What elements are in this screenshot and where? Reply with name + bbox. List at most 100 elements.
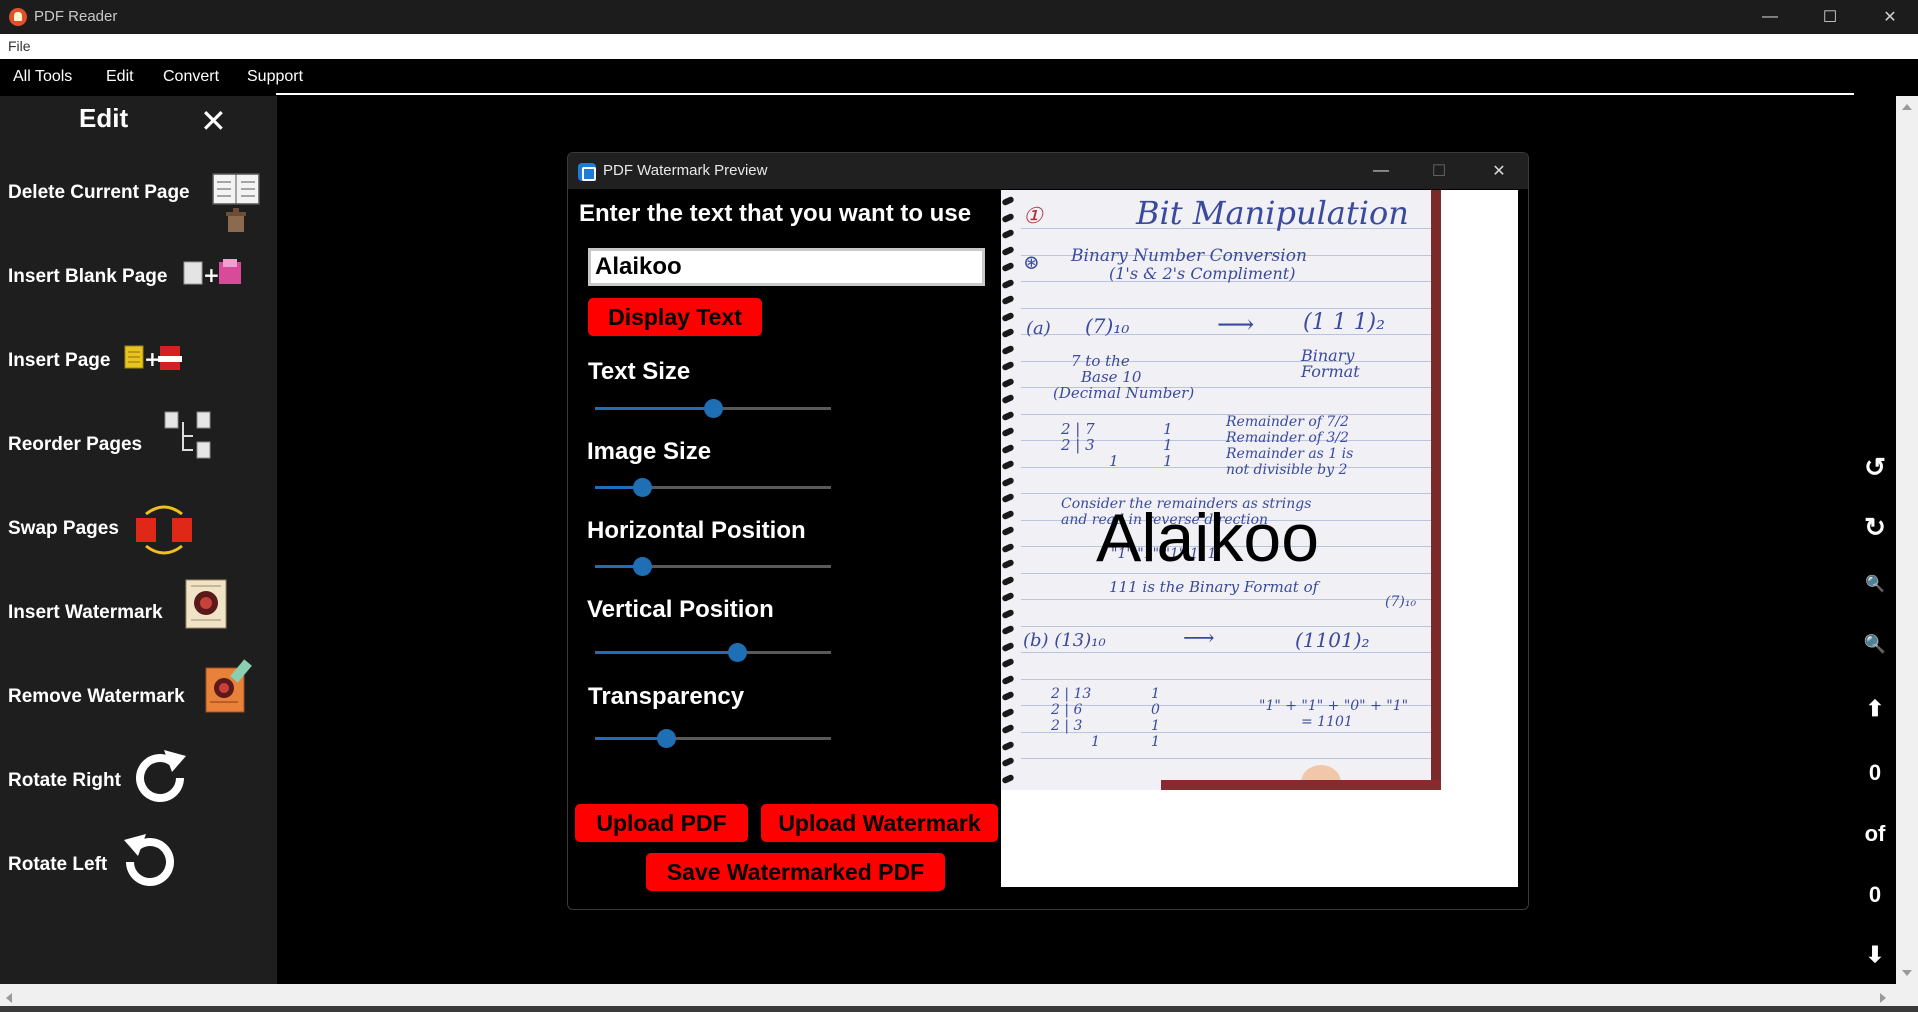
edit-item-label: Insert Blank Page bbox=[8, 266, 168, 287]
edit-item-reorder-pages[interactable]: Reorder Pages bbox=[0, 411, 277, 496]
page-down-icon[interactable]: ⬇ bbox=[1854, 942, 1896, 968]
edit-item-delete-page[interactable]: Delete Current Page bbox=[0, 173, 277, 244]
note-text: ⟶ bbox=[1217, 310, 1255, 340]
note-text: = 1101 bbox=[1301, 714, 1353, 730]
save-watermarked-pdf-button[interactable]: Save Watermarked PDF bbox=[646, 853, 945, 891]
scroll-down-arrow-icon[interactable] bbox=[1902, 970, 1912, 976]
ruled-line bbox=[1021, 652, 1436, 653]
minimize-icon[interactable]: — bbox=[1742, 0, 1798, 34]
watermark-prompt-label: Enter the text that you want to use bbox=[579, 200, 972, 227]
horizontal-scrollbar[interactable] bbox=[0, 984, 1918, 1012]
note-text: Remainder as 1 is bbox=[1226, 446, 1354, 462]
insert-page-icon: + bbox=[124, 345, 182, 371]
spiral-binding-ring bbox=[1001, 393, 1015, 405]
edit-item-label: Reorder Pages bbox=[8, 434, 143, 455]
close-icon[interactable]: ✕ bbox=[1862, 0, 1918, 34]
spiral-binding-ring bbox=[1001, 410, 1015, 421]
dialog-titlebar: PDF Watermark Preview — ☐ ✕ bbox=[568, 153, 1528, 189]
note-text: Binary Number Conversion bbox=[1071, 246, 1307, 266]
app-logo-icon bbox=[9, 8, 27, 26]
slider-knob[interactable] bbox=[633, 478, 653, 497]
slider-knob[interactable] bbox=[727, 643, 747, 662]
image-size-slider[interactable] bbox=[595, 477, 831, 497]
rotate-right-icon bbox=[136, 750, 186, 802]
spiral-binding-ring bbox=[1001, 426, 1015, 438]
toolbar-support[interactable]: Support bbox=[247, 68, 303, 86]
upload-watermark-button[interactable]: Upload Watermark bbox=[761, 804, 998, 842]
dialog-minimize-icon[interactable]: — bbox=[1352, 153, 1410, 189]
toolbar-edit[interactable]: Edit bbox=[106, 68, 134, 86]
note-text: (b) (13)₁₀ bbox=[1023, 630, 1106, 651]
total-pages-number: 0 bbox=[1868, 882, 1882, 907]
text-size-label: Text Size bbox=[588, 358, 691, 385]
swap-pages-icon bbox=[136, 505, 192, 555]
edit-item-label: Insert Watermark bbox=[8, 602, 163, 623]
slider-knob[interactable] bbox=[633, 557, 653, 576]
note-text: Remainder of 7/2 bbox=[1226, 414, 1349, 430]
note-text: 1 bbox=[1091, 734, 1100, 750]
vertical-scrollbar[interactable] bbox=[1896, 96, 1918, 984]
note-text: 1 bbox=[1163, 452, 1173, 470]
watermark-preview-dialog: PDF Watermark Preview — ☐ ✕ Enter the te… bbox=[567, 152, 1529, 910]
spiral-binding-ring bbox=[1001, 558, 1015, 570]
edit-item-remove-watermark[interactable]: Remove Watermark bbox=[0, 659, 277, 748]
spiral-binding-ring bbox=[1001, 509, 1015, 520]
toolbar-convert[interactable]: Convert bbox=[163, 68, 219, 86]
horizontal-position-slider[interactable] bbox=[595, 556, 831, 576]
rotate-left-icon[interactable]: ↺ bbox=[1854, 452, 1896, 483]
note-text: 2 | 3 bbox=[1061, 436, 1095, 454]
menu-file[interactable]: File bbox=[8, 38, 31, 54]
watermark-text-input[interactable] bbox=[588, 248, 985, 286]
page-up-icon[interactable]: ⬆ bbox=[1854, 696, 1896, 722]
scroll-right-arrow-icon[interactable] bbox=[1880, 993, 1886, 1003]
rotate-right-icon[interactable]: ↻ bbox=[1854, 512, 1896, 543]
spiral-binding-ring bbox=[1001, 228, 1015, 240]
dialog-app-icon bbox=[578, 163, 596, 181]
dialog-maximize-icon: ☐ bbox=[1431, 163, 1447, 180]
edit-item-label: Rotate Left bbox=[8, 854, 108, 875]
zoom-in-icon[interactable]: 🔍 bbox=[1854, 634, 1896, 655]
transparency-slider[interactable] bbox=[595, 728, 831, 748]
rotate-left-icon bbox=[124, 834, 174, 886]
edit-item-insert-page[interactable]: Insert Page + bbox=[0, 342, 277, 412]
note-text: 2 | 3 bbox=[1051, 718, 1083, 734]
spiral-binding-ring bbox=[1001, 591, 1015, 603]
spiral-binding-ring bbox=[1001, 278, 1015, 289]
display-text-button[interactable]: Display Text bbox=[588, 298, 762, 336]
watermark-overlay-text: Alaikoo bbox=[1096, 500, 1320, 576]
right-navigation-strip: ↺ ↻ 🔍 🔍 ⬆ 0 of 0 ⬇ bbox=[1854, 96, 1896, 984]
text-size-slider[interactable] bbox=[595, 398, 831, 418]
edit-item-rotate-left[interactable]: Rotate Left bbox=[0, 834, 277, 916]
slider-knob[interactable] bbox=[656, 729, 676, 748]
edit-item-rotate-right[interactable]: Rotate Right bbox=[0, 750, 277, 832]
scroll-left-arrow-icon[interactable] bbox=[6, 993, 12, 1003]
spiral-binding-ring bbox=[1001, 707, 1015, 718]
edit-panel-close-icon[interactable]: ✕ bbox=[200, 102, 227, 140]
note-text: (1 1 1)₂ bbox=[1303, 310, 1385, 335]
zoom-out-icon[interactable]: 🔍 bbox=[1854, 574, 1896, 594]
note-text: 1 bbox=[1151, 686, 1160, 702]
toolbar-all-tools[interactable]: All Tools bbox=[13, 68, 72, 86]
edit-item-label: Swap Pages bbox=[8, 518, 119, 539]
upload-pdf-button[interactable]: Upload PDF bbox=[575, 804, 748, 842]
edit-item-insert-blank-page[interactable]: Insert Blank Page + bbox=[0, 258, 277, 328]
note-text: ① bbox=[1023, 204, 1043, 229]
edit-item-swap-pages[interactable]: Swap Pages bbox=[0, 505, 277, 580]
transparency-label: Transparency bbox=[588, 683, 745, 710]
scroll-up-arrow-icon[interactable] bbox=[1902, 104, 1912, 110]
spiral-binding-ring bbox=[1001, 657, 1015, 669]
svg-text:+: + bbox=[203, 263, 220, 287]
dialog-close-icon[interactable]: ✕ bbox=[1470, 153, 1528, 189]
edit-item-insert-watermark[interactable]: Insert Watermark bbox=[0, 579, 277, 664]
slider-knob[interactable] bbox=[704, 399, 723, 418]
vertical-position-label: Vertical Position bbox=[587, 596, 774, 623]
remove-watermark-icon bbox=[205, 659, 252, 713]
spiral-binding-ring bbox=[1001, 377, 1015, 388]
reorder-pages-icon bbox=[164, 411, 211, 459]
ruled-line bbox=[1021, 678, 1436, 680]
vertical-position-slider[interactable] bbox=[595, 642, 831, 662]
vertical-scroll-thumb[interactable] bbox=[1896, 96, 1918, 984]
maximize-icon[interactable]: ☐ bbox=[1802, 0, 1858, 34]
ruled-line bbox=[1021, 493, 1436, 494]
ruled-line bbox=[1021, 731, 1436, 733]
